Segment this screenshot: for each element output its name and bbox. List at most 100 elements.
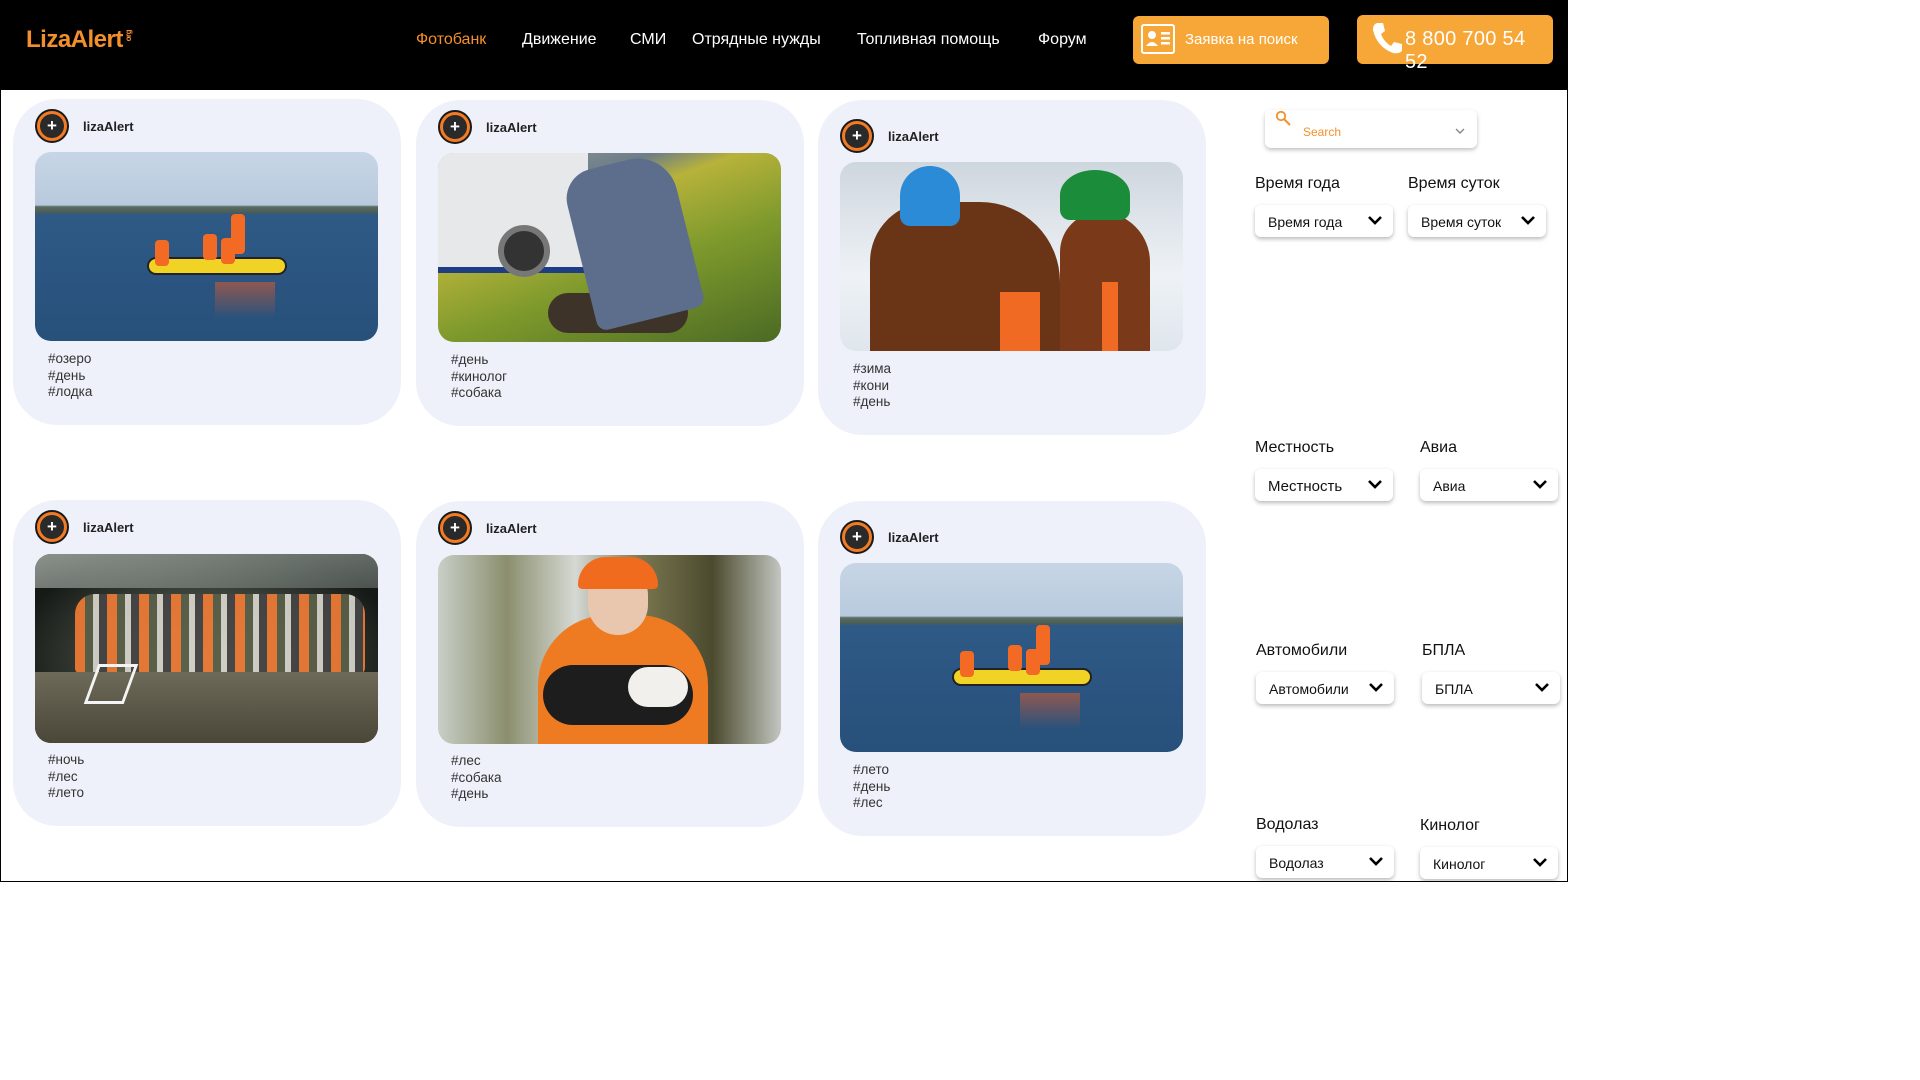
nav-movement[interactable]: Движение: [522, 31, 597, 49]
card-tags: #лето #день #лес: [853, 762, 890, 812]
tag[interactable]: #лес: [451, 753, 502, 770]
lizaalert-avatar-icon: [840, 520, 874, 554]
tag[interactable]: #день: [451, 786, 502, 803]
nav-squad-needs[interactable]: Отрядные нужды: [692, 31, 821, 49]
dog-handler-photo[interactable]: [438, 153, 781, 342]
card-username: lizaAlert: [888, 129, 939, 144]
chevron-down-icon: [1367, 477, 1383, 491]
filter-terrain-value: Местность: [1268, 478, 1343, 495]
night-group-photo[interactable]: [35, 554, 378, 743]
tag[interactable]: #собака: [451, 770, 502, 787]
card-username: lizaAlert: [83, 119, 134, 134]
filter-uav-value: БПЛА: [1435, 681, 1473, 697]
tag[interactable]: #лодка: [48, 384, 92, 401]
card-tags: #озеро #день #лодка: [48, 351, 92, 401]
chevron-down-icon: [1368, 680, 1384, 694]
chevron-down-icon: [1520, 213, 1536, 227]
phone-button[interactable]: 8 800 700 54 52: [1357, 15, 1553, 73]
nav-media[interactable]: СМИ: [630, 31, 666, 49]
filter-dog-handler-label: Кинолог: [1420, 817, 1480, 834]
filter-terrain-label: Местность: [1255, 439, 1335, 456]
tag[interactable]: #зима: [853, 361, 891, 378]
photo-card[interactable]: lizaAlert #день #кинолог #собака: [416, 100, 804, 426]
chevron-down-icon[interactable]: [1455, 123, 1465, 134]
girl-puppy-photo[interactable]: [438, 555, 781, 744]
search-icon: [1275, 110, 1293, 128]
filter-diver-label: Водолаз: [1256, 816, 1319, 833]
search-field[interactable]: Search: [1265, 110, 1477, 148]
lizaalert-avatar-icon: [35, 109, 69, 143]
filter-daytime-select[interactable]: Время суток: [1408, 205, 1546, 237]
logo[interactable]: LizaAlert org: [26, 26, 133, 54]
phone-icon: [1371, 21, 1403, 55]
tag[interactable]: #день: [853, 779, 890, 796]
photo-card[interactable]: lizaAlert #лето #день #лес: [818, 501, 1206, 836]
filter-diver-value: Водолаз: [1269, 855, 1324, 871]
tag[interactable]: #ночь: [48, 752, 84, 769]
lizaalert-avatar-icon: [840, 119, 874, 153]
lizaalert-avatar-icon: [438, 511, 472, 545]
lake-boat-photo[interactable]: [840, 563, 1183, 752]
tag[interactable]: #лето: [853, 762, 890, 779]
top-header: LizaAlert org Фотобанк Движение СМИ Отря…: [1, 0, 1567, 90]
chevron-down-icon: [1532, 855, 1548, 869]
search-placeholder: Search: [1303, 125, 1342, 139]
tag[interactable]: #кинолог: [451, 369, 507, 386]
card-tags: #зима #кони #день: [853, 361, 891, 411]
chevron-down-icon: [1534, 680, 1550, 694]
chevron-down-icon: [1368, 854, 1384, 868]
tag[interactable]: #лес: [48, 769, 84, 786]
tag[interactable]: #день: [853, 394, 891, 411]
photo-card[interactable]: lizaAlert #ночь #лес #лето: [13, 500, 401, 826]
tag[interactable]: #день: [48, 368, 92, 385]
filter-season-value: Время года: [1268, 214, 1343, 230]
filter-terrain-select[interactable]: Местность: [1255, 469, 1393, 501]
lizaalert-avatar-icon: [35, 510, 69, 544]
card-username: lizaAlert: [888, 530, 939, 545]
filter-daytime-value: Время суток: [1421, 214, 1502, 230]
filter-diver-select[interactable]: Водолаз: [1256, 846, 1394, 878]
search-request-label: Заявка на поиск: [1185, 31, 1298, 48]
filter-avia-select[interactable]: Авиа: [1420, 469, 1558, 501]
filter-avia-value: Авиа: [1433, 478, 1466, 494]
lake-boat-photo[interactable]: [35, 152, 378, 341]
filter-daytime-label: Время суток: [1408, 175, 1500, 192]
filter-uav-select[interactable]: БПЛА: [1422, 672, 1560, 704]
chevron-down-icon: [1367, 213, 1383, 227]
nav-forum[interactable]: Форум: [1038, 31, 1087, 49]
search-request-button[interactable]: Заявка на поиск: [1133, 16, 1329, 64]
filter-avia-label: Авиа: [1420, 439, 1458, 456]
tag[interactable]: #лето: [48, 785, 84, 802]
card-tags: #лес #собака #день: [451, 753, 502, 803]
filter-dog-handler-select[interactable]: Кинолог: [1420, 847, 1558, 879]
lizaalert-avatar-icon: [438, 110, 472, 144]
tag[interactable]: #кони: [853, 378, 891, 395]
nav-fuel-help[interactable]: Топливная помощь: [857, 31, 1000, 49]
card-tags: #день #кинолог #собака: [451, 352, 507, 402]
photo-card[interactable]: lizaAlert #озеро #день #лодка: [13, 99, 401, 425]
filter-dog-handler-value: Кинолог: [1433, 856, 1486, 872]
photo-card[interactable]: lizaAlert #зима #кони #день: [818, 100, 1206, 435]
card-username: lizaAlert: [486, 521, 537, 536]
filter-cars-value: Автомобили: [1269, 681, 1349, 697]
filter-uav-label: БПЛА: [1422, 642, 1466, 659]
nav-photobank[interactable]: Фотобанк: [416, 31, 486, 49]
logo-suffix: org: [123, 30, 133, 42]
id-card-icon: [1141, 24, 1175, 54]
logo-text: LizaAlert: [26, 26, 123, 53]
tag[interactable]: #собака: [451, 385, 507, 402]
photo-card[interactable]: lizaAlert #лес #собака #день: [416, 501, 804, 827]
tag[interactable]: #озеро: [48, 351, 92, 368]
card-username: lizaAlert: [486, 120, 537, 135]
tag[interactable]: #день: [451, 352, 507, 369]
card-tags: #ночь #лес #лето: [48, 752, 84, 802]
filter-season-label: Время года: [1255, 175, 1340, 192]
filter-cars-select[interactable]: Автомобили: [1256, 672, 1394, 704]
filter-season-select[interactable]: Время года: [1255, 205, 1393, 237]
tag[interactable]: #лес: [853, 795, 890, 812]
filter-cars-label: Автомобили: [1256, 642, 1348, 659]
chevron-down-icon: [1532, 477, 1548, 491]
phone-number: 8 800 700 54 52: [1405, 28, 1526, 73]
page: LizaAlert org Фотобанк Движение СМИ Отря…: [0, 0, 1568, 882]
horses-winter-photo[interactable]: [840, 162, 1183, 351]
